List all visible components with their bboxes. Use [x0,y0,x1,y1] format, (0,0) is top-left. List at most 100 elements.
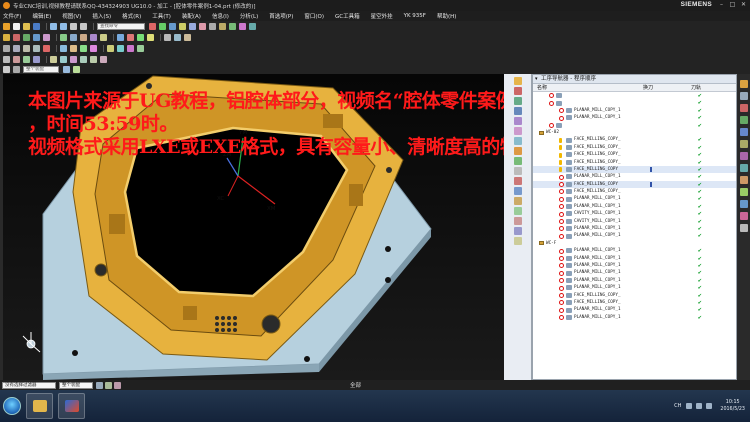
program-group-row[interactable]: WC-02 [533,129,736,136]
menu-preferences[interactable]: 首选项(P) [269,12,293,20]
zoom-icon[interactable] [199,23,206,30]
column-tool-change[interactable]: 换刀 [643,84,683,91]
menu-file[interactable]: 文件(F) [3,12,21,20]
setup-icon[interactable] [513,237,522,245]
selection-filter-select[interactable]: 没有选择过滤器 [2,381,56,389]
copy-object-icon[interactable] [23,45,30,52]
operation-row[interactable]: PLANAR_MILL_COPY_1 ✔ [533,232,736,239]
sketch-icon[interactable] [50,56,57,63]
color-icon[interactable] [149,23,156,30]
operation-row[interactable]: PLANAR_MILL_COPY_1 ✔ [533,269,736,276]
undo-icon[interactable] [50,23,57,30]
paste-object-icon[interactable] [33,45,40,52]
maximize-icon[interactable]: □ [728,1,737,9]
delete-object-icon[interactable] [43,45,50,52]
tool-view-icon[interactable] [127,34,134,41]
menu-tools[interactable]: 工具(T) [152,12,171,20]
command-search-input[interactable]: 查找命令 [97,23,145,30]
menu-analysis[interactable]: 分析(L) [240,12,258,20]
tray-volume-icon[interactable] [696,403,703,409]
operation-row[interactable]: PLANAR_MILL_COPY_1 ✔ [533,247,736,254]
render-icon[interactable] [179,23,186,30]
info-icon[interactable] [184,34,191,41]
analysis-icon[interactable] [174,34,181,41]
view-icon[interactable] [169,23,176,30]
create-tool-icon[interactable] [13,34,20,41]
shaded-icon[interactable] [239,23,246,30]
select-mode-icon[interactable] [105,381,112,389]
dock-system-icon[interactable] [739,176,748,184]
pan-icon[interactable] [219,23,226,30]
snap-center-icon[interactable] [137,45,144,52]
roles-icon[interactable] [513,167,522,175]
snap-icon[interactable] [13,56,20,63]
snap-end-icon[interactable] [117,45,124,52]
display-object-icon[interactable] [60,45,67,52]
start-menu-icon[interactable] [3,23,10,30]
graphics-window[interactable]: YM ZM XC XM [3,74,504,380]
operation-row[interactable]: PLANAR_MILL_COPY_1 ✔ [533,262,736,269]
operation-row[interactable]: PLANAR_MILL_COPY_1 ✔ [533,195,736,202]
menu-view[interactable]: 视图(V) [62,12,81,20]
dock-constraint-icon[interactable] [739,104,748,112]
section-icon[interactable] [249,23,256,30]
chamfer-icon[interactable] [100,56,107,63]
input-method-indicator[interactable]: CH [674,403,681,409]
snap-settings-icon[interactable] [96,381,103,389]
operation-row[interactable]: FACE_MILLING_COPY ✔ [533,165,736,174]
menu-information[interactable]: 信息(I) [212,12,229,20]
process-studio-icon[interactable] [513,187,522,195]
menu-assembly[interactable]: 装配(A) [182,12,201,20]
operation-row[interactable]: PLANAR_MILL_COPY_1 ✔ [533,314,736,321]
operation-row[interactable]: FACE_MILLING_COPY_ ✔ [533,292,736,299]
dock-library-icon[interactable] [739,128,748,136]
quick-pick-icon[interactable] [114,381,121,389]
menu-edit[interactable]: 编辑(E) [32,12,51,20]
save-icon[interactable] [33,23,40,30]
operation-row[interactable]: PLANAR_MILL_COPY_1 ✔ [533,173,736,180]
select-all-icon[interactable] [63,66,70,73]
operation-row[interactable]: FACE_MILLING_COPY_ ✔ [533,188,736,195]
operation-row[interactable]: PLANAR_MILL_COPY_1 ✔ [533,114,736,121]
dock-history-icon[interactable] [739,152,748,160]
type-filter-icon[interactable] [13,66,20,73]
assembly-navigator-icon[interactable] [513,77,522,85]
path-list-icon[interactable] [90,45,97,52]
select-icon[interactable] [3,56,10,63]
layer-icon[interactable] [159,23,166,30]
collapse-arrow-icon[interactable]: ▾ [535,75,538,84]
extrude-icon[interactable] [60,56,67,63]
operation-row[interactable]: ✔ [533,99,736,106]
wireframe-icon[interactable] [229,23,236,30]
clock[interactable]: 10:15 2016/5/23 [720,399,745,413]
start-button[interactable] [3,397,21,415]
operation-row[interactable]: FACE_MILLING_COPY_ ✔ [533,159,736,166]
dock-setup-icon[interactable] [739,200,748,208]
create-operation-icon[interactable] [43,34,50,41]
operation-navigator-icon[interactable] [513,147,522,155]
model-view[interactable]: YM ZM XC XM [3,74,504,380]
verify-toolpath-icon[interactable] [80,34,87,41]
machine-navigator-icon[interactable] [513,157,522,165]
feature-icon[interactable] [33,56,40,63]
blend-icon[interactable] [90,56,97,63]
column-toolpath[interactable]: 刀轨 [691,84,701,91]
operation-row[interactable]: PLANAR_MILL_COPY_1 ✔ [533,203,736,210]
taskbar-nx[interactable] [58,393,85,419]
cut-icon[interactable] [70,23,77,30]
operation-row[interactable]: PLANAR_MILL_COPY_1 ✔ [533,277,736,284]
hd3d-tools-icon[interactable] [513,117,522,125]
column-name[interactable]: 名称 [537,84,635,91]
history-icon[interactable] [513,137,522,145]
dock-tool-icon[interactable] [739,212,748,220]
operation-row[interactable]: FACE_MILLING_COPY_ ✔ [533,151,736,158]
method-view-icon[interactable] [147,34,154,41]
dock-part-icon[interactable] [739,116,748,124]
operation-row[interactable]: PLANAR_MILL_COPY_1 ✔ [533,255,736,262]
operation-row[interactable]: ✔ [533,122,736,129]
tray-network-icon[interactable] [686,403,693,409]
deselect-icon[interactable] [73,66,80,73]
reuse-library-icon[interactable] [513,107,522,115]
program-group-row[interactable]: WC-F [533,240,736,247]
generate-toolpath-icon[interactable] [60,34,67,41]
